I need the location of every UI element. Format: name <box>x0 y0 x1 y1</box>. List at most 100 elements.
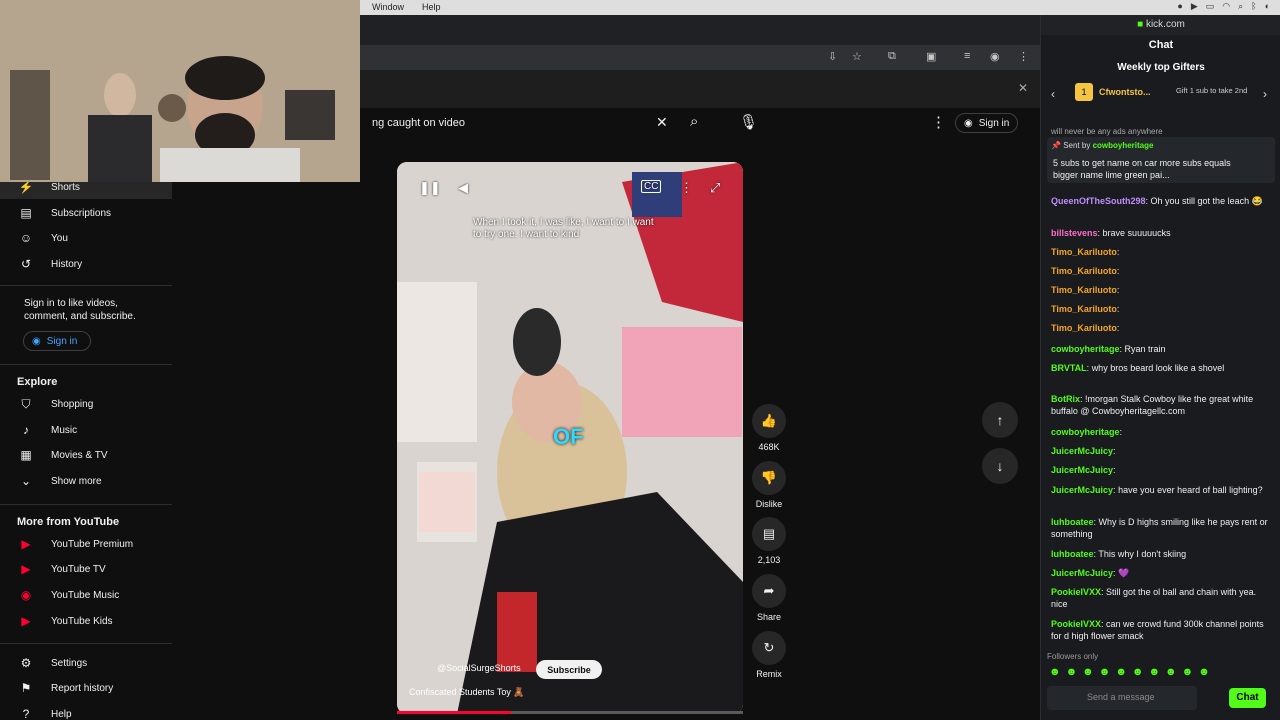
wifi-icon[interactable]: ◠ <box>1222 1 1230 12</box>
chat-send-button[interactable]: Chat <box>1229 688 1266 708</box>
chat-username[interactable]: Timo_Kariluoto <box>1051 266 1117 276</box>
battery-icon[interactable]: ▭ <box>1206 1 1215 12</box>
clear-search-icon[interactable]: ✕ <box>656 114 668 131</box>
emote-icon[interactable]: ☻ <box>1115 666 1127 678</box>
chat-username[interactable]: JuicerMcJuicy <box>1051 568 1113 578</box>
chat-username[interactable]: QueenOfTheSouth298 <box>1051 196 1146 206</box>
cast-icon[interactable]: ▣ <box>926 50 936 63</box>
profile-icon[interactable]: ◉ <box>990 50 1000 63</box>
sidebar-item-youtube-tv[interactable]: ▶ YouTube TV <box>0 557 172 581</box>
chevron-left-icon[interactable]: ‹ <box>1051 87 1055 101</box>
chat-username[interactable]: PookieIVXX <box>1051 587 1101 597</box>
chat-message: QueenOfTheSouth298: Oh you still got the… <box>1051 195 1273 207</box>
emote-icon[interactable]: ☻ <box>1165 666 1177 678</box>
browser-menu-icon[interactable]: ⋮ <box>1018 50 1029 63</box>
video-title[interactable]: Confiscated Students Toy 🧸 <box>409 687 525 698</box>
sidebar-sign-in-button[interactable]: ◉ Sign in <box>23 331 91 351</box>
sidebar-item-youtube-kids[interactable]: ▶ YouTube Kids <box>0 609 172 633</box>
bluetooth-icon[interactable]: ᛒ <box>1251 1 1256 12</box>
search-input[interactable]: ng caught on video <box>372 117 465 129</box>
next-short-button[interactable]: ↓ <box>982 448 1018 484</box>
sign-in-button[interactable]: ◉ Sign in <box>955 113 1019 133</box>
chat-username[interactable]: JuicerMcJuicy <box>1051 465 1113 475</box>
chat-username[interactable]: cowboyheritage <box>1051 427 1120 437</box>
chat-username[interactable]: billstevens <box>1051 228 1098 238</box>
sidebar-item-music[interactable]: ♪ Music <box>0 418 172 442</box>
sidebar-item-shopping[interactable]: ⛉ Shopping <box>0 392 172 416</box>
sidebar-item-movies-tv[interactable]: ▦ Movies & TV <box>0 443 172 467</box>
sidebar-item-youtube-music[interactable]: ◉ YouTube Music <box>0 583 172 607</box>
chat-username[interactable]: luhboatee <box>1051 517 1094 527</box>
chat-username[interactable]: cowboyheritage <box>1051 344 1120 354</box>
webcam-overlay <box>0 0 360 182</box>
pause-icon[interactable]: ❚❚ <box>419 180 441 196</box>
volume-icon[interactable]: ◀ <box>458 180 468 196</box>
control-center-icon[interactable]: ◐ <box>1265 1 1270 12</box>
emote-icon[interactable]: ☻ <box>1049 666 1061 678</box>
arrow-down-icon: ↓ <box>996 458 1004 474</box>
play-icon[interactable]: ▶ <box>1191 1 1198 12</box>
share-button[interactable]: ➦ Share <box>751 574 787 622</box>
more-options-icon[interactable]: ⋮ <box>931 113 946 131</box>
microphone-icon[interactable]: 🎙 <box>739 113 758 131</box>
emote-icon[interactable]: ☻ <box>1198 666 1210 678</box>
chat-message: JuicerMcJuicy: <box>1051 464 1273 476</box>
youtube-premium-icon: ▶ <box>21 537 31 551</box>
sidebar-item-report-history[interactable]: ⚑ Report history <box>0 676 172 700</box>
sidebar-item-help[interactable]: ? Help <box>0 702 172 720</box>
emote-icon[interactable]: ☻ <box>1182 666 1194 678</box>
emote-icon[interactable]: ☻ <box>1132 666 1144 678</box>
like-button[interactable]: 👍 468K <box>751 404 787 452</box>
close-icon[interactable]: ✕ <box>1018 81 1028 95</box>
menu-window[interactable]: Window <box>372 2 404 12</box>
comments-button[interactable]: ▤ 2,103 <box>751 517 787 565</box>
menu-help[interactable]: Help <box>422 2 441 12</box>
emote-icon[interactable]: ☻ <box>1099 666 1111 678</box>
chat-message-input[interactable]: Send a message <box>1047 686 1197 710</box>
chat-message: JuicerMcJuicy: 💜 <box>1051 567 1273 579</box>
browser-tab-strip <box>360 15 1040 45</box>
bookmark-star-icon[interactable]: ☆ <box>852 50 862 63</box>
more-options-icon[interactable]: ⋮ <box>680 180 693 196</box>
chat-username[interactable]: JuicerMcJuicy <box>1051 485 1113 495</box>
channel-name[interactable]: @SocialSurgeShorts <box>437 663 521 673</box>
chat-username[interactable]: BotRix <box>1051 394 1080 404</box>
chevron-right-icon[interactable]: › <box>1263 87 1267 101</box>
status-icons: ● ▶ ▭ ◠ ⌕ ᛒ ◐ <box>1177 1 1270 12</box>
record-icon[interactable]: ● <box>1177 1 1182 12</box>
chat-username[interactable]: PookieIVXX <box>1051 619 1101 629</box>
sidebar-item-history[interactable]: ↺ History <box>0 252 172 276</box>
chat-username[interactable]: luhboatee <box>1051 549 1094 559</box>
extensions-icon[interactable]: ⧉ <box>888 50 896 63</box>
chat-username[interactable]: JuicerMcJuicy <box>1051 446 1113 456</box>
emote-icon[interactable]: ☻ <box>1148 666 1160 678</box>
previous-short-button[interactable]: ↑ <box>982 402 1018 438</box>
reading-list-icon[interactable]: ≡ <box>964 50 970 62</box>
top-gifter-name[interactable]: Cfwontsto... <box>1099 87 1151 97</box>
chat-username[interactable]: BRVTAL <box>1051 363 1087 373</box>
emote-bar: ☻ ☻ ☻ ☻ ☻ ☻ ☻ ☻ ☻ ☻ <box>1049 666 1210 678</box>
fullscreen-icon[interactable]: ⤢ <box>710 180 720 196</box>
kick-logo-icon: ■ <box>1137 19 1146 30</box>
chat-username[interactable]: Timo_Kariluoto <box>1051 247 1117 257</box>
emote-icon[interactable]: ☻ <box>1082 666 1094 678</box>
sidebar-item-premium[interactable]: ▶ YouTube Premium <box>0 532 172 556</box>
emote-icon[interactable]: ☻ <box>1066 666 1078 678</box>
chat-username[interactable]: Timo_Kariluoto <box>1051 323 1117 333</box>
dislike-button[interactable]: 👎 Dislike <box>751 461 787 509</box>
chat-username[interactable]: Timo_Kariluoto <box>1051 304 1117 314</box>
sidebar-item-show-more[interactable]: ⌄ Show more <box>0 469 172 493</box>
subscribe-button[interactable]: Subscribe <box>536 660 602 679</box>
pinned-user[interactable]: cowboyheritage <box>1093 141 1154 150</box>
sidebar-item-settings[interactable]: ⚙ Settings <box>0 651 172 675</box>
video-progress-bar[interactable] <box>397 711 743 714</box>
sidebar-item-you[interactable]: ☺ You <box>0 226 172 250</box>
install-icon[interactable]: ⇩ <box>828 50 837 63</box>
search-icon[interactable]: ⌕ <box>690 113 698 130</box>
remix-button[interactable]: ↻ Remix <box>751 631 787 679</box>
chat-username[interactable]: Timo_Kariluoto <box>1051 285 1117 295</box>
search-icon[interactable]: ⌕ <box>1238 1 1243 12</box>
sidebar-item-subscriptions[interactable]: ▤ Subscriptions <box>0 201 172 225</box>
kick-url-bar[interactable]: ■ kick.com <box>1041 15 1280 35</box>
captions-icon[interactable]: CC <box>641 180 662 193</box>
